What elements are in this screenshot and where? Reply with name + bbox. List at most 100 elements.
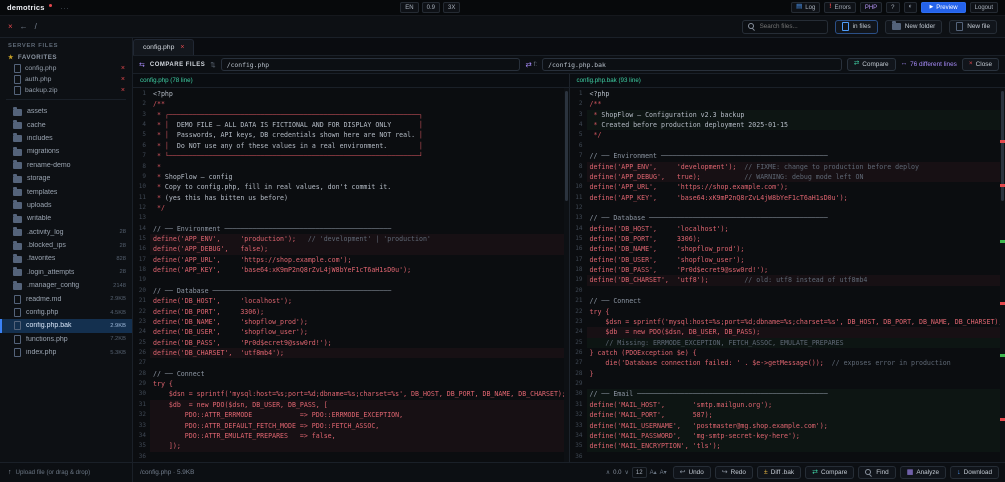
line-number: 22 [575,307,583,315]
code-line: * ShopFlow — config [153,172,233,181]
tree-item[interactable]: rename-demo [0,159,132,172]
line-number: 25 [138,338,146,346]
code-line: define('APP_KEY', 'base64:xK9mP2nQ8rZvL4… [153,266,412,275]
path-root-icon[interactable]: / [35,22,37,31]
status-button[interactable]: Find [858,466,896,479]
theme-toggle[interactable]: ◐ [903,2,918,13]
status-button[interactable]: ↪ Redo [714,466,753,479]
diff-marker [1000,354,1005,357]
search-input[interactable] [759,23,822,30]
tree-item[interactable]: .favorites 828 [0,252,132,265]
tree-item-name: .favorites [27,255,56,263]
line-number: 14 [575,224,583,232]
line-number: 16 [138,245,146,253]
close-compare-button[interactable]: × Close [961,58,999,71]
topbar-chip[interactable]: 0.9 [421,2,440,13]
scrollbar[interactable] [563,88,569,462]
app-window: demotrics ... EN 0.9 3X ▤ Log ! Errors PHP… [0,0,1005,482]
new-folder-button[interactable]: New folder [884,19,943,34]
tab-close-icon[interactable]: × [180,44,184,51]
search-bar[interactable] [741,19,828,34]
remove-favorite-icon[interactable]: × [121,87,125,94]
tree-item[interactable]: writable [0,212,132,225]
tree-item[interactable]: cache [0,118,132,131]
line-number: 14 [138,224,146,232]
compare-button[interactable]: ⇄ Compare [846,58,896,71]
tree-item[interactable]: templates [0,185,132,198]
code-line: define('MAIL_ENCRYPTION', 'tls'); [586,441,1005,452]
chevron-up-icon[interactable]: ∧ [606,469,610,476]
line-number: 35 [138,442,146,450]
code-line: * └─────────────────────────────────────… [153,152,424,161]
scrollbar[interactable] [1000,88,1005,462]
help-button[interactable]: ? [886,2,900,13]
tab-config-php[interactable]: config.php × [133,39,195,55]
play-icon: ▶ [929,4,934,10]
diff-icon: ↔ [900,60,908,68]
topbar-chip[interactable]: 3X [442,2,461,13]
line-number: 23 [138,317,146,325]
right-code-pane[interactable]: 1 2 3 4 5 6 7 8 9 10 11 12 13 14 15 16 17 18 19 20 21 22 23 24 2… [570,88,1005,462]
errors-button[interactable]: ! Errors [824,2,856,13]
logout-button[interactable]: Logout [969,2,998,13]
status-button[interactable]: ⇄ Compare [805,466,855,479]
search-in-files-button[interactable]: in files [834,19,878,34]
php-version-chip[interactable]: PHP [859,2,883,13]
close-icon[interactable]: × [8,22,13,31]
tree-item[interactable]: uploads [0,199,132,212]
tree-item[interactable]: functions.php 7.2KB [0,333,132,346]
font-size-value[interactable]: 12 [631,467,647,478]
tree-item[interactable]: includes [0,132,132,145]
back-icon[interactable]: ← [20,22,28,31]
tree-item[interactable]: .activity_log 28 [0,226,132,239]
swap-paths[interactable]: ⇄ f: [525,60,537,69]
tree-item[interactable]: .login_attempts 28 [0,266,132,279]
line-number: 12 [575,203,583,211]
status-button[interactable]: ▦ Analyze [899,466,947,479]
tree-item[interactable]: .blocked_ips 28 [0,239,132,252]
tree-item[interactable]: config.php 4.5KB [0,306,132,319]
favorite-item[interactable]: auth.php × [0,74,132,85]
star-icon: ★ [8,55,14,61]
tree-item[interactable]: index.php 5.3KB [0,346,132,359]
tree-item[interactable]: config.php.bak 2.9KB [0,319,132,333]
sort-icon[interactable]: ⇅ [210,61,215,69]
tree-item[interactable]: .manager_config 2148 [0,279,132,292]
line-number: 21 [575,297,583,305]
tree-item[interactable]: assets [0,105,132,118]
status-button[interactable]: ± Diff .bak [756,466,802,479]
favorite-item[interactable]: backup.zip × [0,85,132,96]
divider [6,99,126,100]
tree-item[interactable]: storage [0,172,132,185]
topbar-chip[interactable]: EN [400,2,419,13]
tree-item-name: uploads [27,201,52,209]
left-code-pane[interactable]: 1 2 3 4 5 6 7 8 9 10 11 12 13 14 15 16 17 18 19 20 21 22 23 24 2… [133,88,570,462]
favorite-item[interactable]: config.php × [0,63,132,74]
remove-favorite-icon[interactable]: × [121,65,125,72]
code-line: define('DB_CHARSET', 'utf8'); // old: ut… [586,275,1005,286]
font-decrease-icon[interactable]: A▾ [660,469,667,476]
font-increase-icon[interactable]: A▴ [650,469,657,476]
line-number: 5 [142,131,146,139]
preview-button[interactable]: ▶ Preview [921,2,966,13]
tree-item[interactable]: readme.md 2.9KB [0,292,132,305]
code-line: define('APP_DEBUG', false); [150,244,569,255]
chevron-down-icon[interactable]: ∨ [624,469,628,476]
remove-favorite-icon[interactable]: × [121,76,125,83]
scrollbar-thumb[interactable] [564,91,568,201]
code-line: <?php [589,90,610,98]
status-button[interactable]: ↓ Download [950,466,999,479]
left-path-input[interactable] [220,58,521,71]
status-button[interactable]: ↩ Undo [672,466,711,479]
overflow-menu[interactable]: ... [61,4,70,11]
code-line: $dsn = sprintf('mysql:host=%s;port=%d;db… [589,317,1003,326]
tree-item[interactable]: migrations [0,145,132,158]
new-file-button[interactable]: New file [949,19,997,34]
code-line: define('MAIL_HOST', 'smtp.mailgun.org'); [586,399,1005,411]
right-path-input[interactable] [542,58,842,71]
log-button[interactable]: ▤ Log [791,2,821,13]
upload-dropzone[interactable]: ↑ Upload file (or drag & drop) [0,463,133,482]
